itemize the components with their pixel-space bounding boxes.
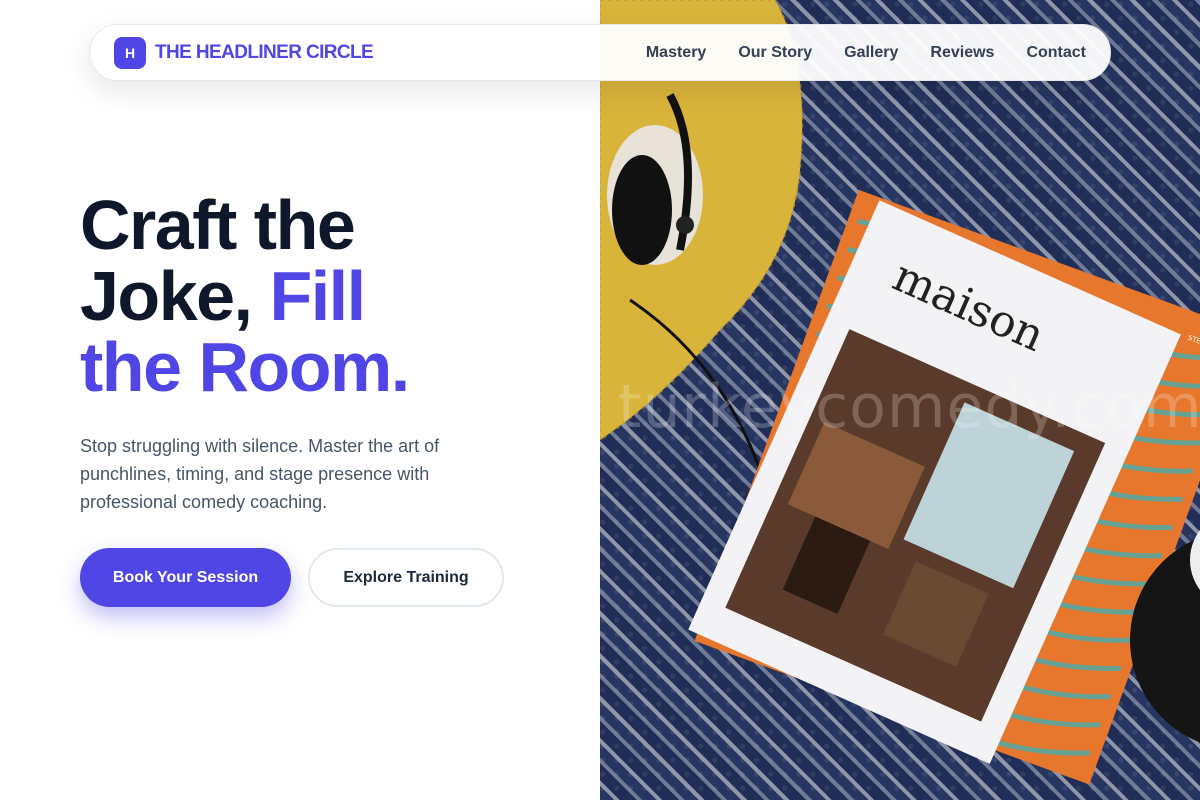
nav-links: Mastery Our Story Gallery Reviews Contac… bbox=[646, 44, 1086, 62]
hero-section: Craft the Joke, Fill the Room. Stop stru… bbox=[80, 190, 580, 516]
explore-training-button[interactable]: Explore Training bbox=[308, 548, 504, 607]
nav-link-reviews[interactable]: Reviews bbox=[930, 44, 994, 62]
nav-link-gallery[interactable]: Gallery bbox=[844, 44, 898, 62]
hero-cta-row: Book Your Session Explore Training bbox=[80, 548, 504, 607]
nav-link-our-story[interactable]: Our Story bbox=[738, 44, 812, 62]
nav-link-mastery[interactable]: Mastery bbox=[646, 44, 706, 62]
headline-line-1: Craft the bbox=[80, 186, 356, 264]
headline-line-3-accent: the Room. bbox=[80, 328, 410, 406]
watermark-text: turkeycomedy.com bbox=[618, 372, 1200, 442]
headline-line-2-plain: Joke, bbox=[80, 257, 270, 335]
headline-line-2-accent: Fill bbox=[269, 257, 366, 335]
nav-link-contact[interactable]: Contact bbox=[1026, 44, 1086, 62]
brand-mark-icon: H bbox=[114, 36, 146, 69]
hero-headline: Craft the Joke, Fill the Room. bbox=[80, 190, 580, 403]
hero-description: Stop struggling with silence. Master the… bbox=[80, 436, 440, 512]
brand-logo[interactable]: H THE HEADLINER CIRCLE bbox=[114, 36, 374, 69]
book-session-button[interactable]: Book Your Session bbox=[80, 548, 291, 607]
top-navbar: H THE HEADLINER CIRCLE Mastery Our Story… bbox=[89, 24, 1111, 81]
brand-name: THE HEADLINER CIRCLE bbox=[155, 41, 374, 63]
